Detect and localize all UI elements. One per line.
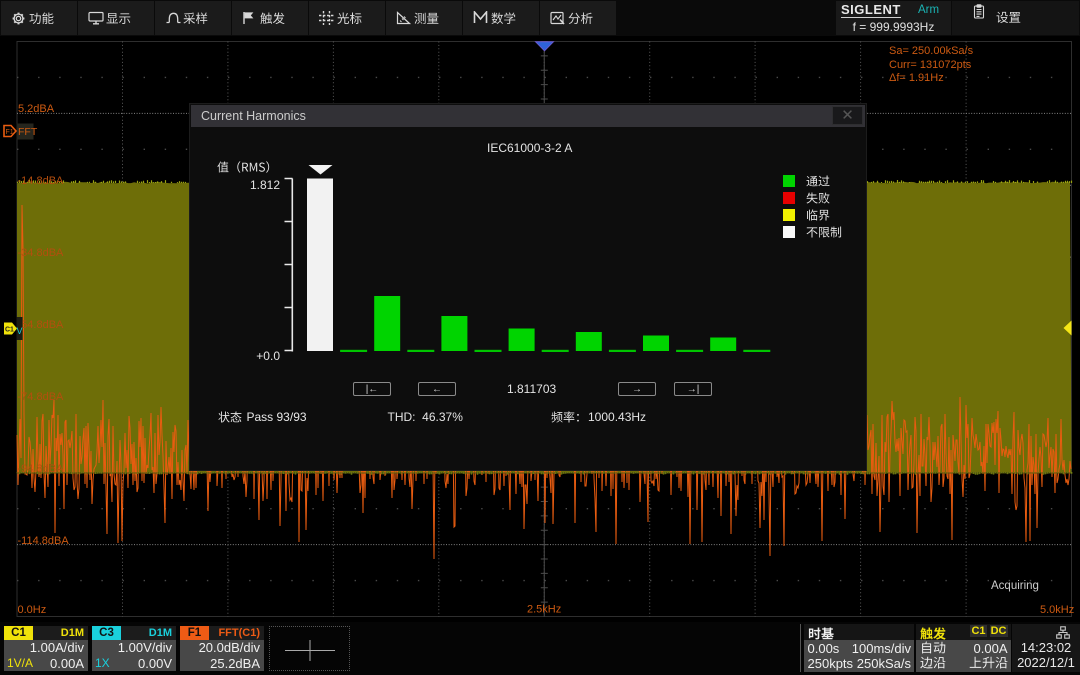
svg-text:-94.8dBA: -94.8dBA [18,463,65,475]
svg-text:5.0kHz: 5.0kHz [1040,604,1074,616]
svg-text:Acquiring: Acquiring [991,580,1039,592]
svg-text:5.2dBA: 5.2dBA [18,103,55,115]
svg-text:-114.8dBA: -114.8dBA [18,535,70,547]
svg-text:C1: C1 [5,327,14,334]
svg-text:Sa= 250.00kSa/s: Sa= 250.00kSa/s [889,45,974,57]
svg-text:F1: F1 [6,129,14,136]
svg-text:2.5kHz: 2.5kHz [527,604,561,616]
svg-text:-74.8dBA: -74.8dBA [18,391,65,403]
svg-text:Curr= 131072pts: Curr= 131072pts [889,59,972,71]
svg-text:-14.8dBA: -14.8dBA [18,175,65,187]
svg-text:V: V [17,326,23,336]
svg-text:0.0Hz: 0.0Hz [18,604,47,616]
svg-text:-34.8dBA: -34.8dBA [18,247,65,259]
svg-text:-54.8dBA: -54.8dBA [18,319,65,331]
svg-text:FFT: FFT [18,126,38,138]
svg-text:Δf= 1.91Hz: Δf= 1.91Hz [889,72,944,84]
